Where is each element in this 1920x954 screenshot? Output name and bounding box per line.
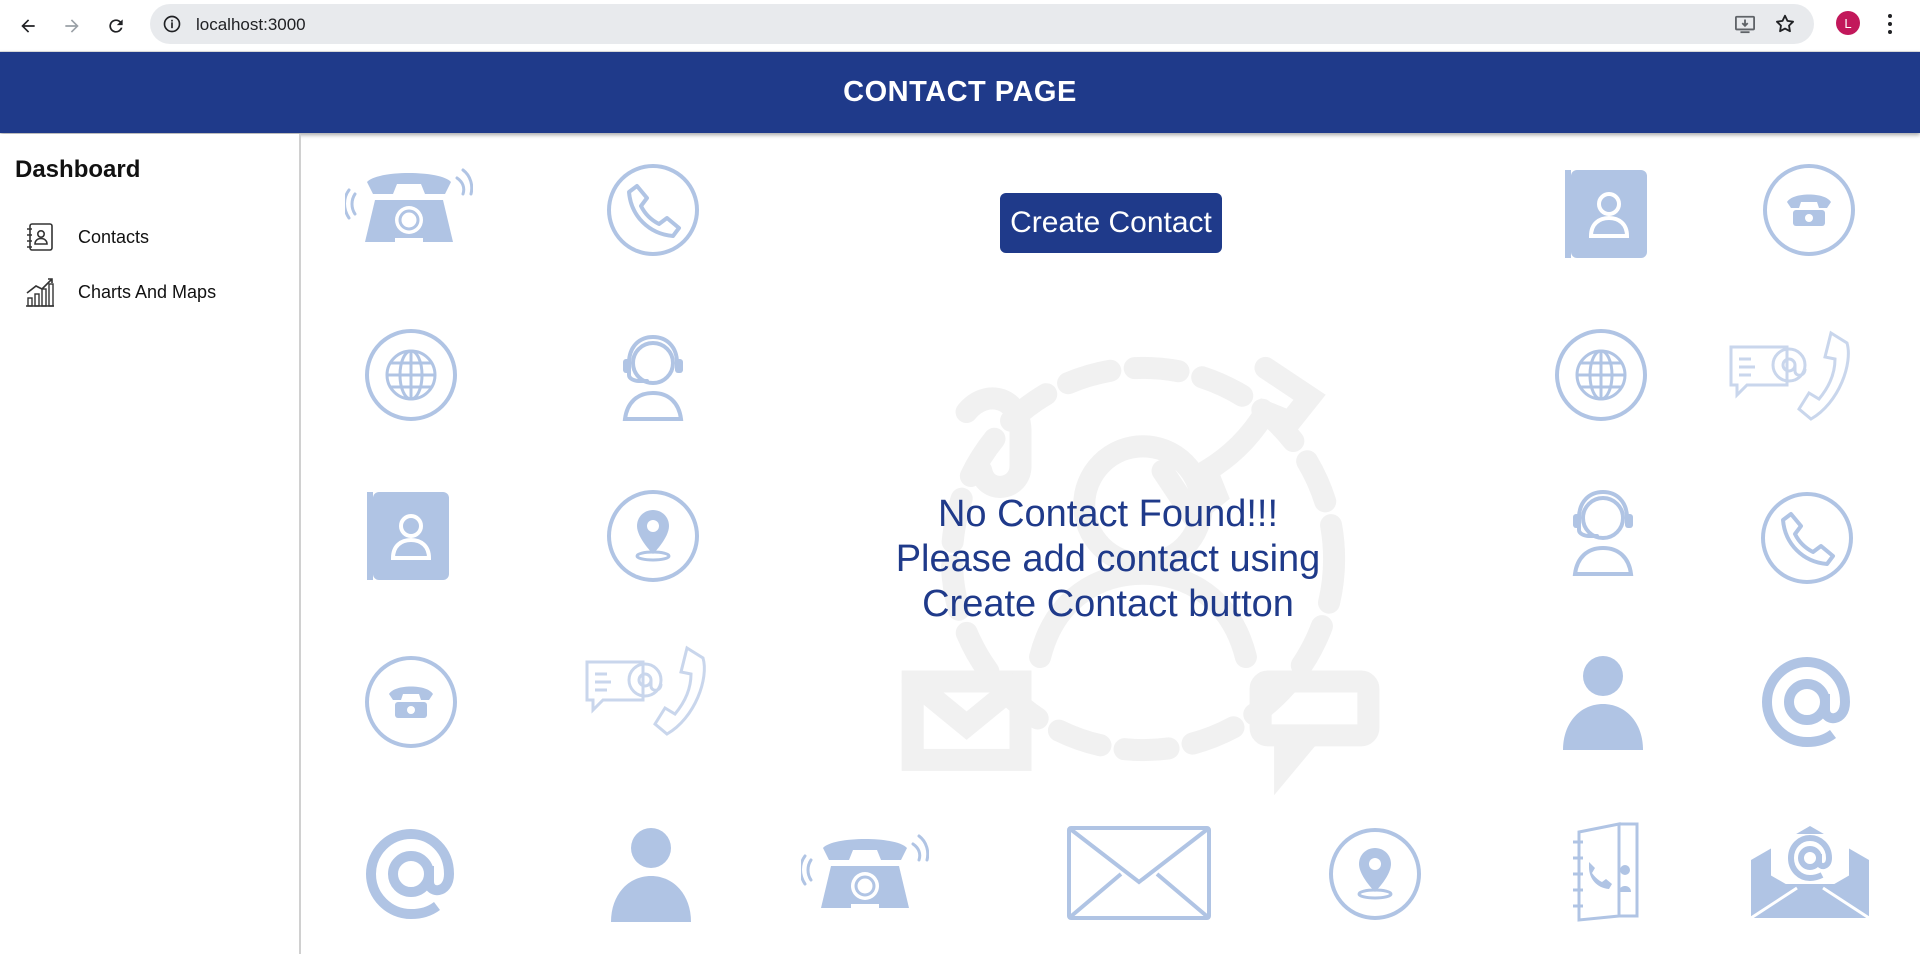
browser-menu-icon[interactable] — [1880, 12, 1900, 36]
site-info-icon[interactable] — [162, 14, 182, 34]
reload-icon — [109, 19, 123, 33]
telephone-circle-icon — [363, 654, 459, 750]
sidebar-item-charts-and-maps[interactable]: Charts And Maps — [24, 272, 284, 312]
sidebar: Dashboard Contacts Charts And Maps — [0, 134, 301, 954]
rotary-phone-icon — [343, 160, 474, 248]
forward-button[interactable] — [56, 10, 88, 42]
email-envelope-icon — [1749, 824, 1871, 920]
back-button[interactable] — [12, 10, 44, 42]
address-bar[interactable]: localhost:3000 — [150, 4, 1814, 44]
bar-chart-icon — [26, 278, 54, 307]
empty-message-line-1: No Contact Found!!! — [937, 493, 1279, 535]
support-agent-icon — [1561, 484, 1645, 578]
rotary-phone-icon — [799, 826, 930, 914]
support-agent-icon — [611, 329, 695, 423]
back-arrow-icon — [21, 19, 35, 33]
at-sign-icon — [1759, 654, 1855, 750]
sidebar-item-contacts[interactable]: Contacts — [24, 217, 284, 257]
globe-icon — [363, 327, 459, 423]
email-call-icon — [1727, 327, 1855, 423]
empty-message-line-3: Create Contact button — [922, 583, 1294, 625]
sidebar-item-label: Contacts — [78, 226, 150, 247]
browser-toolbar: localhost:3000 L — [0, 0, 1920, 52]
user-icon — [1561, 654, 1645, 750]
user-icon — [609, 826, 693, 922]
location-pin-circle-icon — [1327, 826, 1423, 922]
app-header: CONTACT PAGE — [0, 52, 1920, 133]
sidebar-title: Dashboard — [15, 156, 141, 183]
phone-circle-icon — [1759, 490, 1855, 586]
email-call-icon — [583, 642, 711, 738]
telephone-circle-icon — [1761, 162, 1857, 258]
create-contact-button[interactable]: Create Contact — [1000, 193, 1222, 253]
at-sign-icon — [363, 826, 459, 922]
empty-message-line-2: Please add contact using — [895, 538, 1321, 580]
address-book-icon — [1563, 170, 1647, 258]
main-content: Create Contact No Contact Found!!! Pleas… — [303, 134, 1920, 954]
address-book-icon — [365, 492, 449, 580]
install-app-icon[interactable] — [1734, 14, 1756, 34]
phone-circle-icon — [605, 162, 701, 258]
globe-icon — [1553, 327, 1649, 423]
reload-button[interactable] — [100, 10, 132, 42]
empty-state-message: No Contact Found!!! Please add contact u… — [863, 492, 1353, 627]
phone-book-icon — [1569, 822, 1641, 922]
bookmark-star-icon[interactable] — [1774, 13, 1796, 35]
address-book-icon — [27, 223, 53, 251]
envelope-icon — [1067, 826, 1211, 920]
forward-arrow-icon — [65, 19, 79, 33]
profile-avatar[interactable]: L — [1836, 11, 1860, 35]
sidebar-item-label: Charts And Maps — [78, 281, 217, 302]
page-title: CONTACT PAGE — [843, 76, 1077, 108]
url-text: localhost:3000 — [196, 15, 306, 34]
location-pin-circle-icon — [605, 488, 701, 584]
